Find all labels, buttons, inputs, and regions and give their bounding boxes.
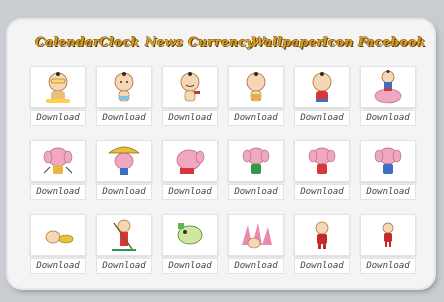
gallery-item: Download [228, 140, 284, 200]
download-button[interactable]: Download [360, 258, 416, 274]
gallery-item: Download [294, 140, 350, 200]
download-button[interactable]: Download [96, 110, 152, 126]
download-button[interactable]: Download [360, 110, 416, 126]
download-button[interactable]: Download [294, 184, 350, 200]
gallery-item: Download [30, 140, 86, 200]
download-button[interactable]: Download [30, 110, 86, 126]
red-figure-icon[interactable] [294, 214, 350, 256]
elephant-blue-icon[interactable] [360, 140, 416, 182]
gallery-item: Download [30, 214, 86, 274]
gallery-item: Download [30, 66, 86, 126]
boy-with-stick-icon[interactable] [96, 214, 152, 256]
gallery-item: Download [96, 66, 152, 126]
boy-red-outfit-icon[interactable] [294, 66, 350, 108]
red-figure-small-icon[interactable] [360, 214, 416, 256]
boy-smiling-icon[interactable] [162, 66, 218, 108]
elephant-bowing-icon[interactable] [162, 140, 218, 182]
download-button[interactable]: Download [228, 110, 284, 126]
elephant-green-icon[interactable] [228, 140, 284, 182]
download-button[interactable]: Download [162, 110, 218, 126]
gallery-item: Download [162, 140, 218, 200]
gallery-item: Download [228, 214, 284, 274]
download-button[interactable]: Download [162, 184, 218, 200]
download-button[interactable]: Download [30, 184, 86, 200]
nav-news[interactable]: News [145, 34, 183, 49]
download-button[interactable]: Download [294, 258, 350, 274]
gallery-item: Download [96, 214, 152, 274]
top-nav: Calendar Clock News Currency Wallpaper I… [8, 34, 434, 56]
gallery-item: Download [162, 214, 218, 274]
download-button[interactable]: Download [360, 184, 416, 200]
gallery-item: Download [360, 214, 416, 274]
small-creature-lying-icon[interactable] [30, 214, 86, 256]
download-button[interactable]: Download [294, 110, 350, 126]
widget-panel: Calendar Clock News Currency Wallpaper I… [8, 20, 434, 288]
nav-currency[interactable]: Currency [188, 34, 254, 49]
download-button[interactable]: Download [30, 258, 86, 274]
elephant-dancing-icon[interactable] [30, 140, 86, 182]
nav-calendar[interactable]: Calendar [35, 34, 100, 49]
boy-riding-elephant-icon[interactable] [360, 66, 416, 108]
download-button[interactable]: Download [162, 258, 218, 274]
nav-facebook[interactable]: Facebook [358, 34, 426, 49]
gallery-item: Download [294, 214, 350, 274]
green-creature-icon[interactable] [162, 214, 218, 256]
gallery-item: Download [294, 66, 350, 126]
gallery-item: Download [360, 140, 416, 200]
download-button[interactable]: Download [96, 258, 152, 274]
gallery-item: Download [360, 66, 416, 126]
boy-holding-item-icon[interactable] [228, 66, 284, 108]
elephant-umbrella-icon[interactable] [96, 140, 152, 182]
download-button[interactable]: Download [96, 184, 152, 200]
gallery-item: Download [96, 140, 152, 200]
boy-with-glasses-icon[interactable] [30, 66, 86, 108]
gallery-item: Download [228, 66, 284, 126]
download-button[interactable]: Download [228, 184, 284, 200]
nav-clock[interactable]: Clock [99, 34, 139, 49]
boy-standing-icon[interactable] [96, 66, 152, 108]
gallery-item: Download [162, 66, 218, 126]
elephant-red-icon[interactable] [294, 140, 350, 182]
nav-wallpaper[interactable]: Wallpaper [251, 34, 323, 49]
pink-pagoda-scene-icon[interactable] [228, 214, 284, 256]
nav-icon[interactable]: Icon [322, 34, 354, 49]
download-button[interactable]: Download [228, 258, 284, 274]
